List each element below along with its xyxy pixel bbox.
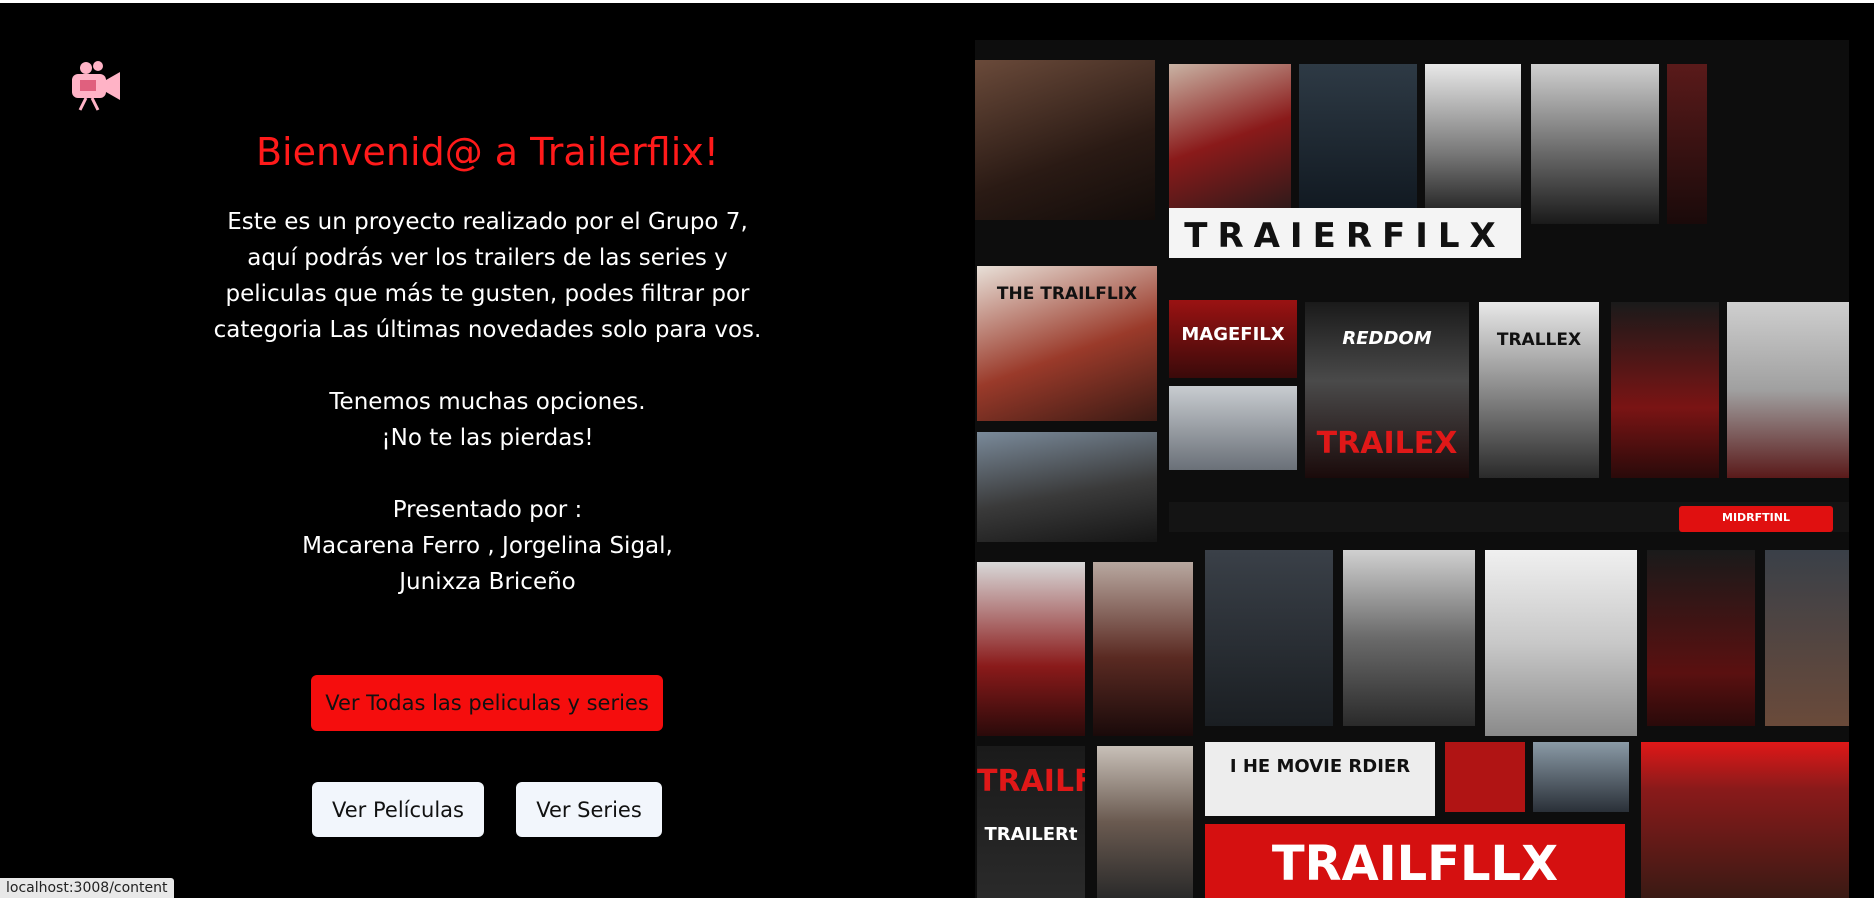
intro-line: aquí podrás ver los trailers de las seri… (247, 245, 728, 271)
presented-line: Macarena Ferro , Jorgelina Sigal, (302, 533, 673, 559)
presented-text: Presentado por : Macarena Ferro , Jorgel… (150, 492, 825, 600)
poster-tile (977, 432, 1157, 542)
poster-title: TRAILFLIX (977, 764, 1085, 799)
poster-tile (1169, 64, 1291, 214)
poster-tile (1169, 386, 1297, 470)
poster-tile (1425, 64, 1521, 214)
poster-title: TRALLEX (1496, 330, 1582, 350)
poster-title: MAGEFILX (1181, 324, 1285, 345)
poster-tile (1205, 550, 1333, 726)
banner-top: TRAIERFILX (1169, 208, 1521, 258)
poster-tile (1611, 302, 1719, 478)
banner-bottom: TRAILFLLX (1205, 824, 1625, 898)
poster-tile (1647, 550, 1755, 726)
poster-tile (1445, 742, 1525, 812)
poster-tile: REDDOM TRAILEX (1305, 302, 1469, 478)
banner-top-text: TRAIERFILX (1184, 216, 1506, 256)
poster-tile: THE TRAILFLIX (977, 266, 1157, 421)
poster-title: I HE MOVIE RDIER (1229, 756, 1411, 777)
presented-line: Junixza Briceño (399, 569, 576, 595)
poster-tile (1093, 562, 1193, 736)
presented-line: Presentado por : (392, 497, 583, 523)
poster-tile (1343, 550, 1475, 726)
poster-tile (1533, 742, 1629, 812)
poster-tile (977, 562, 1085, 736)
poster-title: TRAILEX (1316, 426, 1458, 461)
intro-line: categoria Las últimas novedades solo par… (213, 317, 762, 343)
trailer-collage-image: TRAIERFILX THE TRAILFLIX MAGEFILX REDDOM… (975, 40, 1849, 898)
intro-line: peliculas que más te gusten, podes filtr… (225, 281, 750, 307)
banner-bottom-text: TRAILFLLX (1271, 836, 1559, 892)
poster-tile: TRAILFLIX TRAILERt (977, 746, 1085, 898)
poster-tile (975, 60, 1155, 220)
options-line: Tenemos muchas opciones. (329, 389, 646, 415)
poster-tile (1641, 742, 1849, 898)
poster-tile: MAGEFILX (1169, 300, 1297, 378)
poster-title: TRAILERt (984, 824, 1078, 845)
intro-line: Este es un proyecto realizado por el Gru… (227, 209, 748, 235)
nav-strip-button-text: MIDRFTINL (1722, 511, 1790, 524)
welcome-section: Bienvenid@ a Trailerflix! Este es un pro… (150, 130, 825, 600)
poster-title: REDDOM (1342, 328, 1432, 349)
poster-tile (1765, 550, 1849, 726)
nav-strip-button: MIDRFTINL (1679, 506, 1833, 532)
poster-tile: TRALLEX (1479, 302, 1599, 478)
poster-tile: I HE MOVIE RDIER (1205, 742, 1435, 816)
top-border (0, 0, 1874, 3)
poster-title: THE TRAILFLIX (996, 284, 1138, 304)
page-title: Bienvenid@ a Trailerflix! (255, 130, 720, 174)
intro-text: Este es un proyecto realizado por el Gru… (150, 204, 825, 348)
poster-tile (1097, 746, 1193, 898)
poster-tile (1485, 550, 1637, 736)
view-series-button[interactable]: Ver Series (516, 782, 662, 837)
view-movies-button[interactable]: Ver Películas (312, 782, 484, 837)
view-all-button[interactable]: Ver Todas las peliculas y series (311, 675, 663, 731)
movie-camera-icon[interactable] (66, 56, 124, 112)
poster-tile (1299, 64, 1417, 214)
poster-tile (1531, 64, 1659, 224)
options-line: ¡No te las pierdas! (381, 425, 594, 451)
poster-tile (1727, 302, 1849, 478)
status-bar-url: localhost:3008/content (0, 878, 174, 898)
options-text: Tenemos muchas opciones. ¡No te las pier… (150, 384, 825, 456)
poster-tile (1667, 64, 1707, 224)
